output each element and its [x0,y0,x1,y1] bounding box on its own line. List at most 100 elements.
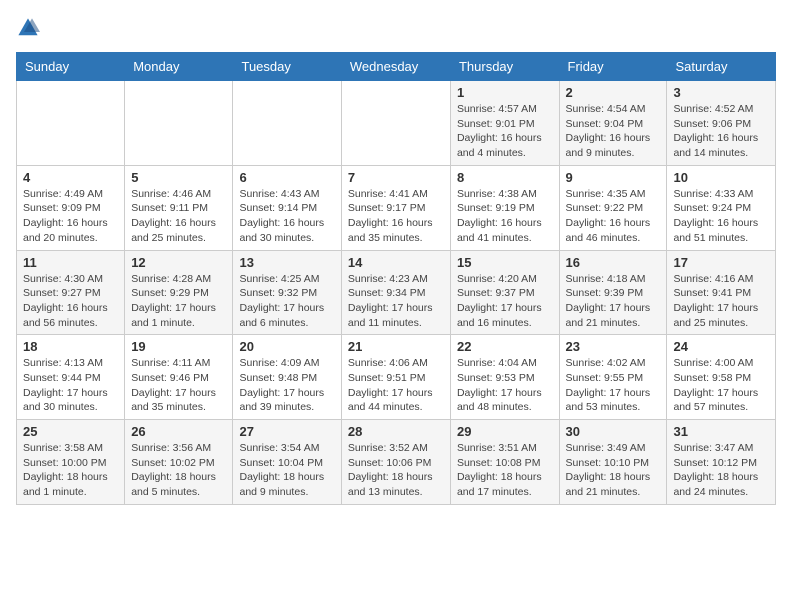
calendar-cell: 7 Sunrise: 4:41 AM Sunset: 9:17 PM Daylig… [341,165,450,250]
day-number: 12 [131,255,226,270]
day-number: 23 [566,339,661,354]
day-number: 29 [457,424,553,439]
calendar-cell: 27 Sunrise: 3:54 AM Sunset: 10:04 PM Dayl… [233,420,341,505]
day-info: Sunrise: 3:58 AM Sunset: 10:00 PM Daylig… [23,441,118,500]
day-info: Sunrise: 3:52 AM Sunset: 10:06 PM Daylig… [348,441,444,500]
calendar-cell: 4Sunrise: 4:49 AM Sunset: 9:09 PM Daylig… [17,165,125,250]
day-number: 3 [673,85,769,100]
calendar-cell [233,81,341,166]
day-number: 27 [239,424,334,439]
calendar-cell: 15 Sunrise: 4:20 AM Sunset: 9:37 PM Dayli… [450,250,559,335]
day-of-week-header: Wednesday [341,53,450,81]
day-info: Sunrise: 3:51 AM Sunset: 10:08 PM Daylig… [457,441,553,500]
calendar-table: SundayMondayTuesdayWednesdayThursdayFrid… [16,52,776,505]
day-number: 2 [566,85,661,100]
day-info: Sunrise: 4:02 AM Sunset: 9:55 PM Dayligh… [566,356,661,415]
calendar-cell: 31 Sunrise: 3:47 AM Sunset: 10:12 PM Dayl… [667,420,776,505]
day-of-week-header: Thursday [450,53,559,81]
day-info: Sunrise: 4:09 AM Sunset: 9:48 PM Dayligh… [239,356,334,415]
calendar-cell: 12 Sunrise: 4:28 AM Sunset: 9:29 PM Dayli… [125,250,233,335]
calendar-week-row: 4Sunrise: 4:49 AM Sunset: 9:09 PM Daylig… [17,165,776,250]
calendar-cell: 25 Sunrise: 3:58 AM Sunset: 10:00 PM Dayl… [17,420,125,505]
day-number: 24 [673,339,769,354]
day-number: 20 [239,339,334,354]
day-number: 5 [131,170,226,185]
day-info: Sunrise: 4:28 AM Sunset: 9:29 PM Dayligh… [131,272,226,331]
calendar-cell [125,81,233,166]
calendar-cell: 28 Sunrise: 3:52 AM Sunset: 10:06 PM Dayl… [341,420,450,505]
calendar-cell: 30 Sunrise: 3:49 AM Sunset: 10:10 PM Dayl… [559,420,667,505]
calendar-cell: 1Sunrise: 4:57 AM Sunset: 9:01 PM Daylig… [450,81,559,166]
calendar-cell: 22Sunrise: 4:04 AM Sunset: 9:53 PM Dayli… [450,335,559,420]
day-number: 7 [348,170,444,185]
day-info: Sunrise: 4:33 AM Sunset: 9:24 PM Dayligh… [673,187,769,246]
calendar-week-row: 11 Sunrise: 4:30 AM Sunset: 9:27 PM Dayli… [17,250,776,335]
calendar-week-row: 25 Sunrise: 3:58 AM Sunset: 10:00 PM Dayl… [17,420,776,505]
day-number: 30 [566,424,661,439]
calendar-cell: 11 Sunrise: 4:30 AM Sunset: 9:27 PM Dayli… [17,250,125,335]
calendar-cell: 20 Sunrise: 4:09 AM Sunset: 9:48 PM Dayli… [233,335,341,420]
day-number: 26 [131,424,226,439]
day-number: 31 [673,424,769,439]
day-number: 1 [457,85,553,100]
calendar-cell: 13Sunrise: 4:25 AM Sunset: 9:32 PM Dayli… [233,250,341,335]
day-info: Sunrise: 4:04 AM Sunset: 9:53 PM Dayligh… [457,356,553,415]
calendar-cell [17,81,125,166]
day-info: Sunrise: 4:23 AM Sunset: 9:34 PM Dayligh… [348,272,444,331]
day-info: Sunrise: 3:54 AM Sunset: 10:04 PM Daylig… [239,441,334,500]
page-header [16,16,776,40]
day-number: 9 [566,170,661,185]
calendar-cell: 9 Sunrise: 4:35 AM Sunset: 9:22 PM Daylig… [559,165,667,250]
day-info: Sunrise: 4:11 AM Sunset: 9:46 PM Dayligh… [131,356,226,415]
calendar-cell [341,81,450,166]
calendar-cell: 16Sunrise: 4:18 AM Sunset: 9:39 PM Dayli… [559,250,667,335]
day-info: Sunrise: 4:16 AM Sunset: 9:41 PM Dayligh… [673,272,769,331]
day-info: Sunrise: 4:13 AM Sunset: 9:44 PM Dayligh… [23,356,118,415]
day-number: 14 [348,255,444,270]
day-info: Sunrise: 4:20 AM Sunset: 9:37 PM Dayligh… [457,272,553,331]
day-info: Sunrise: 3:56 AM Sunset: 10:02 PM Daylig… [131,441,226,500]
calendar-cell: 29 Sunrise: 3:51 AM Sunset: 10:08 PM Dayl… [450,420,559,505]
logo [16,16,44,40]
day-number: 21 [348,339,444,354]
calendar-cell: 3 Sunrise: 4:52 AM Sunset: 9:06 PM Daylig… [667,81,776,166]
day-info: Sunrise: 4:30 AM Sunset: 9:27 PM Dayligh… [23,272,118,331]
calendar-cell: 26 Sunrise: 3:56 AM Sunset: 10:02 PM Dayl… [125,420,233,505]
day-number: 18 [23,339,118,354]
day-number: 4 [23,170,118,185]
day-of-week-header: Monday [125,53,233,81]
day-number: 15 [457,255,553,270]
calendar-cell: 24 Sunrise: 4:00 AM Sunset: 9:58 PM Dayli… [667,335,776,420]
day-info: Sunrise: 4:35 AM Sunset: 9:22 PM Dayligh… [566,187,661,246]
calendar-cell: 10 Sunrise: 4:33 AM Sunset: 9:24 PM Dayli… [667,165,776,250]
day-number: 10 [673,170,769,185]
day-info: Sunrise: 4:52 AM Sunset: 9:06 PM Dayligh… [673,102,769,161]
day-number: 13 [239,255,334,270]
day-info: Sunrise: 3:47 AM Sunset: 10:12 PM Daylig… [673,441,769,500]
day-of-week-header: Sunday [17,53,125,81]
calendar-cell: 21Sunrise: 4:06 AM Sunset: 9:51 PM Dayli… [341,335,450,420]
calendar-cell: 23 Sunrise: 4:02 AM Sunset: 9:55 PM Dayli… [559,335,667,420]
day-number: 11 [23,255,118,270]
day-number: 28 [348,424,444,439]
day-info: Sunrise: 4:38 AM Sunset: 9:19 PM Dayligh… [457,187,553,246]
day-of-week-header: Friday [559,53,667,81]
day-number: 6 [239,170,334,185]
calendar-cell: 18 Sunrise: 4:13 AM Sunset: 9:44 PM Dayli… [17,335,125,420]
day-number: 16 [566,255,661,270]
calendar-cell: 6 Sunrise: 4:43 AM Sunset: 9:14 PM Daylig… [233,165,341,250]
day-info: Sunrise: 4:00 AM Sunset: 9:58 PM Dayligh… [673,356,769,415]
calendar-cell: 2 Sunrise: 4:54 AM Sunset: 9:04 PM Daylig… [559,81,667,166]
day-info: Sunrise: 4:54 AM Sunset: 9:04 PM Dayligh… [566,102,661,161]
calendar-week-row: 18 Sunrise: 4:13 AM Sunset: 9:44 PM Dayli… [17,335,776,420]
day-info: Sunrise: 4:41 AM Sunset: 9:17 PM Dayligh… [348,187,444,246]
day-info: Sunrise: 3:49 AM Sunset: 10:10 PM Daylig… [566,441,661,500]
calendar-cell: 5Sunrise: 4:46 AM Sunset: 9:11 PM Daylig… [125,165,233,250]
calendar-cell: 8Sunrise: 4:38 AM Sunset: 9:19 PM Daylig… [450,165,559,250]
day-number: 17 [673,255,769,270]
day-number: 19 [131,339,226,354]
calendar-cell: 19 Sunrise: 4:11 AM Sunset: 9:46 PM Dayli… [125,335,233,420]
day-info: Sunrise: 4:43 AM Sunset: 9:14 PM Dayligh… [239,187,334,246]
day-number: 25 [23,424,118,439]
calendar-week-row: 1Sunrise: 4:57 AM Sunset: 9:01 PM Daylig… [17,81,776,166]
